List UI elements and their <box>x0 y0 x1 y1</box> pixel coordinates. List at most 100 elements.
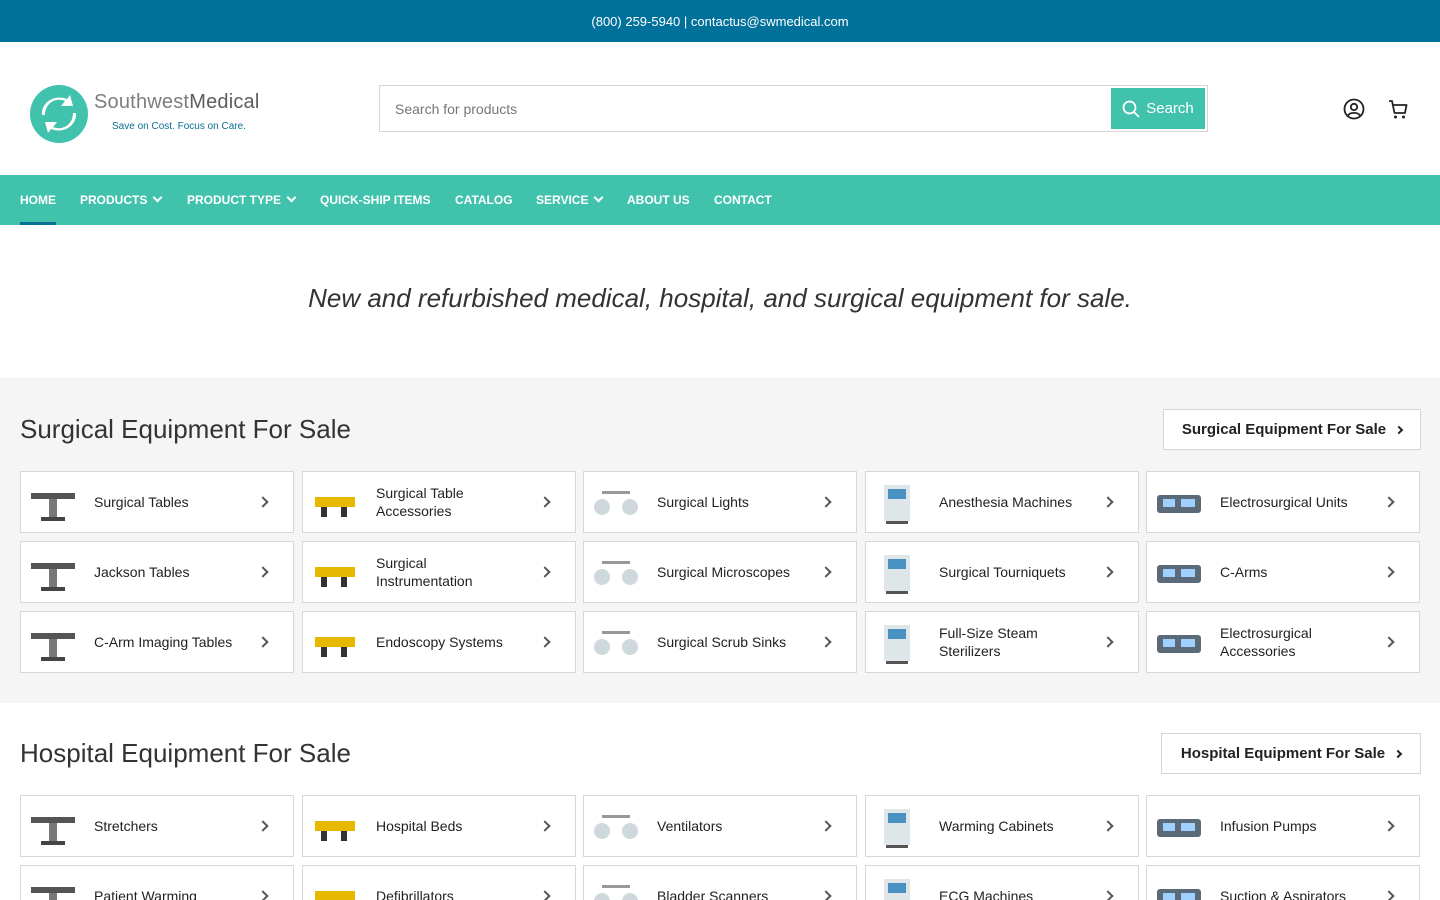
chevron-right-icon <box>539 566 551 578</box>
account-icon[interactable] <box>1343 98 1365 120</box>
surgical-card-surgical-instrumentation[interactable]: Surgical Instrumentation <box>302 541 576 603</box>
chevron-right-icon <box>539 890 551 900</box>
surgical-card-surgical-tourniquets[interactable]: Surgical Tourniquets <box>865 541 1139 603</box>
product-thumbnail <box>1151 803 1207 851</box>
nav-home[interactable]: HOME <box>20 175 56 225</box>
search-icon <box>1122 100 1140 118</box>
surgical-card-surgical-lights[interactable]: Surgical Lights <box>583 471 857 533</box>
main-nav: HOME PRODUCTS PRODUCT TYPE QUICK-SHIP IT… <box>0 175 1440 225</box>
chevron-right-icon <box>1102 820 1114 832</box>
chevron-right-icon <box>820 820 832 832</box>
chevron-right-icon <box>1394 425 1404 434</box>
logo-tagline: Save on Cost. Focus on Care. <box>112 121 246 132</box>
surgical-card-surgical-microscopes[interactable]: Surgical Microscopes <box>583 541 857 603</box>
chevron-right-icon <box>1383 636 1395 648</box>
hospital-card-ventilators[interactable]: Ventilators <box>583 795 857 857</box>
category-label: Anesthesia Machines <box>939 494 1073 510</box>
product-thumbnail <box>588 549 644 597</box>
surgical-card-c-arm-imaging-tables[interactable]: C-Arm Imaging Tables <box>20 611 294 673</box>
hospital-card-stretchers[interactable]: Stretchers <box>20 795 294 857</box>
nav-quick-ship[interactable]: QUICK-SHIP ITEMS <box>320 175 430 225</box>
category-label: Endoscopy Systems <box>376 634 503 650</box>
chevron-right-icon <box>820 890 832 900</box>
product-thumbnail <box>870 873 926 900</box>
nav-contact[interactable]: CONTACT <box>714 175 772 225</box>
surgical-view-all-label: Surgical Equipment For Sale <box>1181 421 1387 438</box>
chevron-right-icon <box>1102 566 1114 578</box>
product-thumbnail <box>1151 549 1207 597</box>
category-label: Surgical Tourniquets <box>939 564 1066 580</box>
search-button[interactable]: Search <box>1111 88 1205 129</box>
nav-catalog[interactable]: CATALOG <box>455 175 513 225</box>
category-label: Infusion Pumps <box>1220 818 1317 834</box>
surgical-card-jackson-tables[interactable]: Jackson Tables <box>20 541 294 603</box>
category-label: Suction & Aspirators <box>1220 888 1347 900</box>
logo-mark-icon <box>30 85 88 143</box>
category-label: C-Arm Imaging Tables <box>94 634 233 650</box>
hospital-card-suction-and-aspirators[interactable]: Suction & Aspirators <box>1146 865 1420 900</box>
product-thumbnail <box>1151 873 1207 900</box>
surgical-card-full-size-steam-sterilizers[interactable]: Full-Size Steam Sterilizers <box>865 611 1139 673</box>
chevron-right-icon <box>257 496 269 508</box>
chevron-right-icon <box>257 820 269 832</box>
product-thumbnail <box>25 873 81 900</box>
product-thumbnail <box>307 549 363 597</box>
category-label: C-Arms <box>1220 564 1268 580</box>
hospital-view-all-button[interactable]: Hospital Equipment For Sale <box>1161 733 1421 774</box>
product-thumbnail <box>25 803 81 851</box>
category-label: Electrosurgical Units <box>1220 494 1348 510</box>
product-thumbnail <box>25 549 81 597</box>
hospital-card-ecg-machines[interactable]: ECG Machines <box>865 865 1139 900</box>
nav-products[interactable]: PRODUCTS <box>80 175 163 225</box>
search-bar: Search <box>379 85 1208 132</box>
hospital-card-warming-cabinets[interactable]: Warming Cabinets <box>865 795 1139 857</box>
product-thumbnail <box>307 619 363 667</box>
chevron-right-icon <box>1102 636 1114 648</box>
category-label: Hospital Beds <box>376 818 463 834</box>
category-label: Surgical Tables <box>94 494 189 510</box>
surgical-card-c-arms[interactable]: C-Arms <box>1146 541 1420 603</box>
category-label: Defibrillators <box>376 888 454 900</box>
surgical-card-anesthesia-machines[interactable]: Anesthesia Machines <box>865 471 1139 533</box>
chevron-right-icon <box>1383 566 1395 578</box>
hospital-card-defibrillators[interactable]: Defibrillators <box>302 865 576 900</box>
surgical-card-electrosurgical-units[interactable]: Electrosurgical Units <box>1146 471 1420 533</box>
category-label: Surgical Lights <box>657 494 749 510</box>
surgical-card-surgical-scrub-sinks[interactable]: Surgical Scrub Sinks <box>583 611 857 673</box>
chevron-right-icon <box>1383 820 1395 832</box>
cart-icon[interactable] <box>1387 98 1409 120</box>
nav-about-us[interactable]: ABOUT US <box>627 175 690 225</box>
chevron-down-icon <box>594 192 604 203</box>
chevron-right-icon <box>257 566 269 578</box>
surgical-card-surgical-tables[interactable]: Surgical Tables <box>20 471 294 533</box>
surgical-card-surgical-table-accessories[interactable]: Surgical Table Accessories <box>302 471 576 533</box>
hospital-section-title: Hospital Equipment For Sale <box>20 738 351 768</box>
category-label: Patient Warming <box>94 888 197 900</box>
contact-info[interactable]: (800) 259-5940 | contactus@swmedical.com <box>591 14 848 29</box>
category-label: Jackson Tables <box>94 564 190 580</box>
site-header: SouthwestMedical Save on Cost. Focus on … <box>0 42 1440 175</box>
surgical-view-all-button[interactable]: Surgical Equipment For Sale <box>1163 409 1421 450</box>
chevron-right-icon <box>820 566 832 578</box>
chevron-right-icon <box>820 636 832 648</box>
hospital-card-infusion-pumps[interactable]: Infusion Pumps <box>1146 795 1420 857</box>
product-thumbnail <box>588 619 644 667</box>
category-label: Bladder Scanners <box>657 888 769 900</box>
category-label: Surgical Microscopes <box>657 564 791 580</box>
product-thumbnail <box>307 873 363 900</box>
surgical-section: Surgical Equipment For Sale Surgical Equ… <box>0 378 1440 703</box>
hospital-card-patient-warming[interactable]: Patient Warming <box>20 865 294 900</box>
hospital-card-hospital-beds[interactable]: Hospital Beds <box>302 795 576 857</box>
site-logo[interactable]: SouthwestMedical Save on Cost. Focus on … <box>20 79 272 149</box>
hospital-card-bladder-scanners[interactable]: Bladder Scanners <box>583 865 857 900</box>
surgical-card-endoscopy-systems[interactable]: Endoscopy Systems <box>302 611 576 673</box>
nav-service[interactable]: SERVICE <box>536 175 604 225</box>
surgical-section-title: Surgical Equipment For Sale <box>20 414 351 444</box>
nav-product-type[interactable]: PRODUCT TYPE <box>187 175 297 225</box>
product-thumbnail <box>1151 619 1207 667</box>
search-button-label: Search <box>1146 100 1194 117</box>
search-input[interactable] <box>380 86 1111 131</box>
surgical-card-electrosurgical-accessories[interactable]: Electrosurgical Accessories <box>1146 611 1420 673</box>
category-label: ECG Machines <box>939 888 1034 900</box>
chevron-right-icon <box>1102 890 1114 900</box>
